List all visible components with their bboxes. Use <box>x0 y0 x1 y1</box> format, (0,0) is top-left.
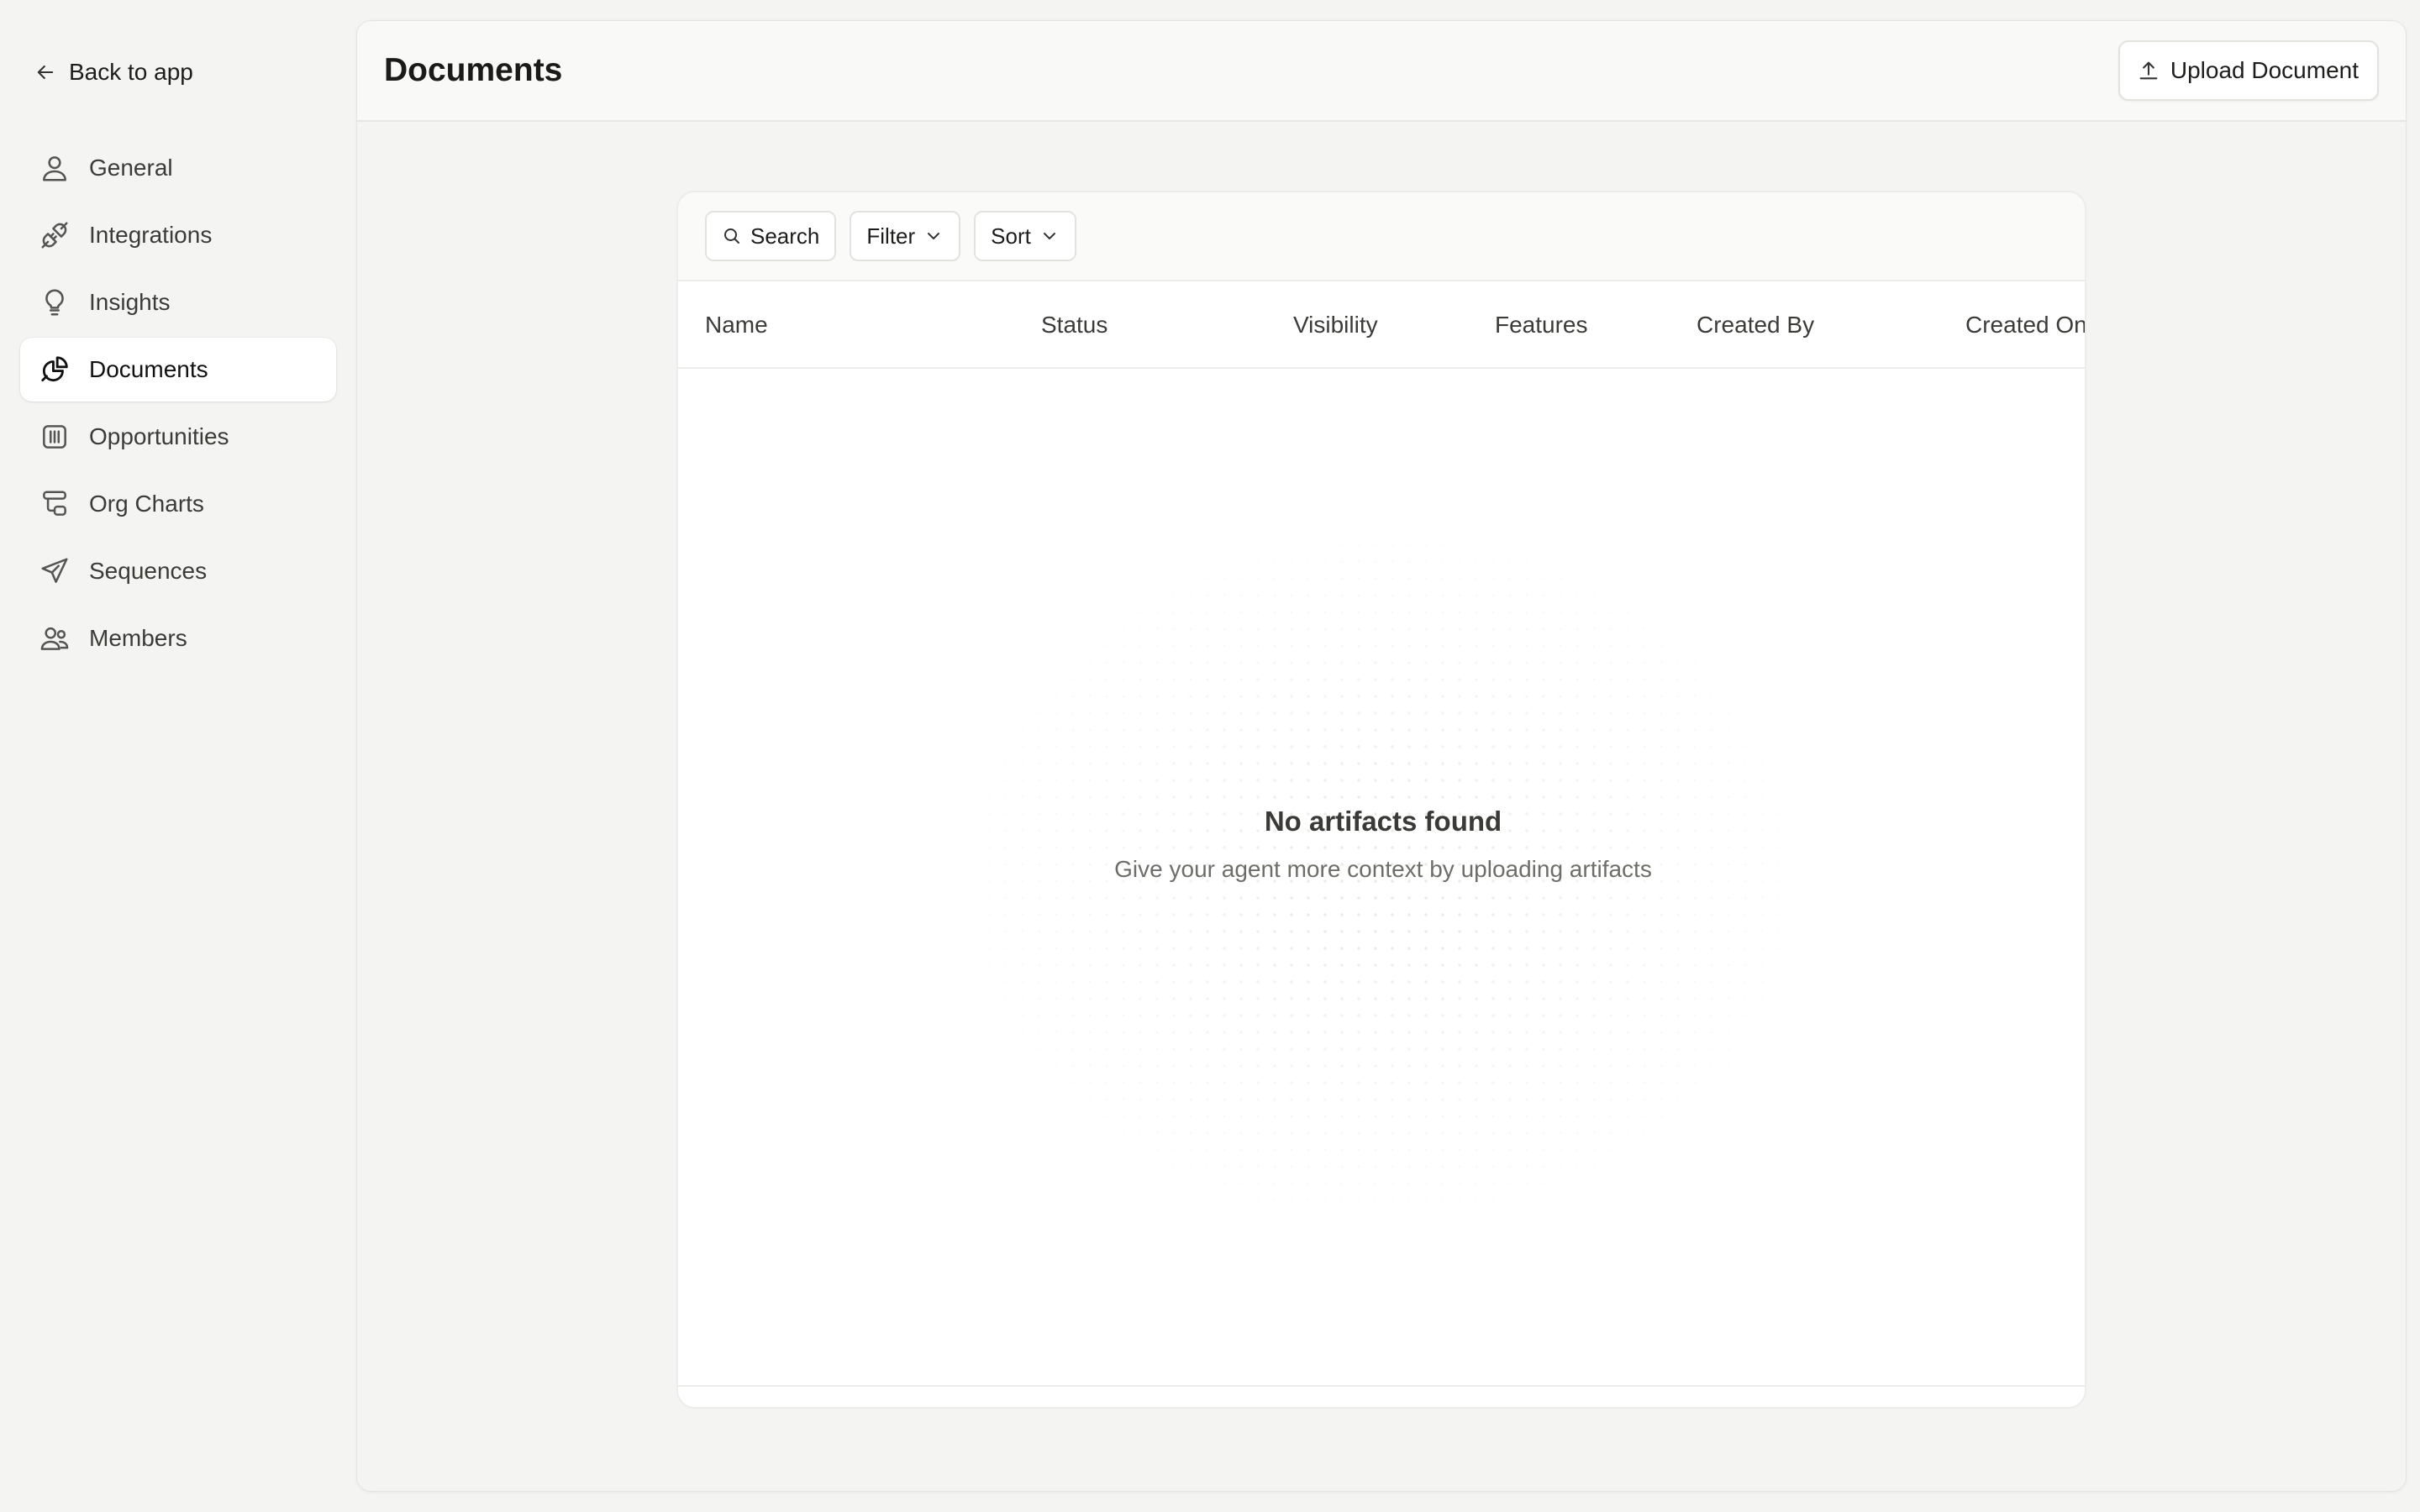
arrow-left-icon <box>37 65 54 80</box>
settings-nav: General Integrations Insights Documents … <box>20 136 336 674</box>
search-icon <box>724 228 739 244</box>
sidebar-item-label: Integrations <box>89 222 213 248</box>
filter-label: Filter <box>866 223 916 249</box>
empty-state-subtitle: Give your agent more context by uploadin… <box>1114 856 1652 882</box>
lightbulb-icon <box>45 289 64 316</box>
page-title: Documents <box>384 52 563 88</box>
column-header-name[interactable]: Name <box>705 281 768 369</box>
upload-document-button[interactable]: Upload Document <box>2118 40 2379 101</box>
sidebar-item-org-charts[interactable]: Org Charts <box>20 472 336 536</box>
sidebar-item-label: Members <box>89 625 187 651</box>
sidebar-item-documents[interactable]: Documents <box>20 338 336 402</box>
main-panel: Documents Upload Document Search Filter <box>356 20 2407 1492</box>
send-icon <box>41 558 68 583</box>
empty-state-title: No artifacts found <box>1264 806 1502 837</box>
search-button[interactable]: Search <box>705 211 837 261</box>
sidebar-item-members[interactable]: Members <box>20 606 336 670</box>
sort-label: Sort <box>991 223 1031 249</box>
sidebar-item-label: Sequences <box>89 558 208 584</box>
documents-table-card: Search Filter Sort Name Status Visibilit… <box>676 191 2086 1409</box>
table-footer <box>678 1385 2085 1407</box>
table-toolbar: Search Filter Sort <box>678 192 2085 281</box>
table-header-row: Name Status Visibility Features Created … <box>678 281 2085 369</box>
org-chart-icon <box>43 491 66 516</box>
page-header: Documents Upload Document <box>357 21 2406 122</box>
sidebar-item-label: Insights <box>89 289 171 315</box>
sort-button[interactable]: Sort <box>974 211 1076 261</box>
column-header-visibility[interactable]: Visibility <box>1293 281 1378 369</box>
back-to-app-link[interactable]: Back to app <box>34 55 193 89</box>
chevron-down-icon <box>928 233 940 239</box>
sidebar-item-label: General <box>89 155 173 181</box>
column-header-created-on[interactable]: Created On <box>1965 281 2085 369</box>
sidebar-item-sequences[interactable]: Sequences <box>20 539 336 603</box>
column-header-created-by[interactable]: Created By <box>1697 281 1814 369</box>
filter-button[interactable]: Filter <box>850 211 961 261</box>
chevron-down-icon <box>1043 233 1055 239</box>
user-icon <box>43 156 66 181</box>
opportunities-icon <box>43 425 66 449</box>
column-header-features[interactable]: Features <box>1495 281 1588 369</box>
members-icon <box>40 627 69 650</box>
search-label: Search <box>750 223 820 249</box>
sidebar: Back to app General Integrations Insight… <box>0 0 356 1512</box>
sidebar-item-opportunities[interactable]: Opportunities <box>20 405 336 469</box>
back-to-app-label: Back to app <box>69 59 193 85</box>
sidebar-item-insights[interactable]: Insights <box>20 270 336 334</box>
plug-icon <box>41 222 68 249</box>
documents-icon <box>41 356 68 382</box>
sidebar-item-label: Documents <box>89 356 208 382</box>
empty-state: No artifacts found Give your agent more … <box>678 806 2085 883</box>
sidebar-item-label: Org Charts <box>89 491 204 517</box>
column-header-status[interactable]: Status <box>1041 281 1107 369</box>
sidebar-item-integrations[interactable]: Integrations <box>20 203 336 267</box>
upload-icon <box>2139 61 2158 80</box>
upload-document-label: Upload Document <box>2170 57 2359 83</box>
sidebar-item-general[interactable]: General <box>20 136 336 200</box>
sidebar-item-label: Opportunities <box>89 423 229 449</box>
